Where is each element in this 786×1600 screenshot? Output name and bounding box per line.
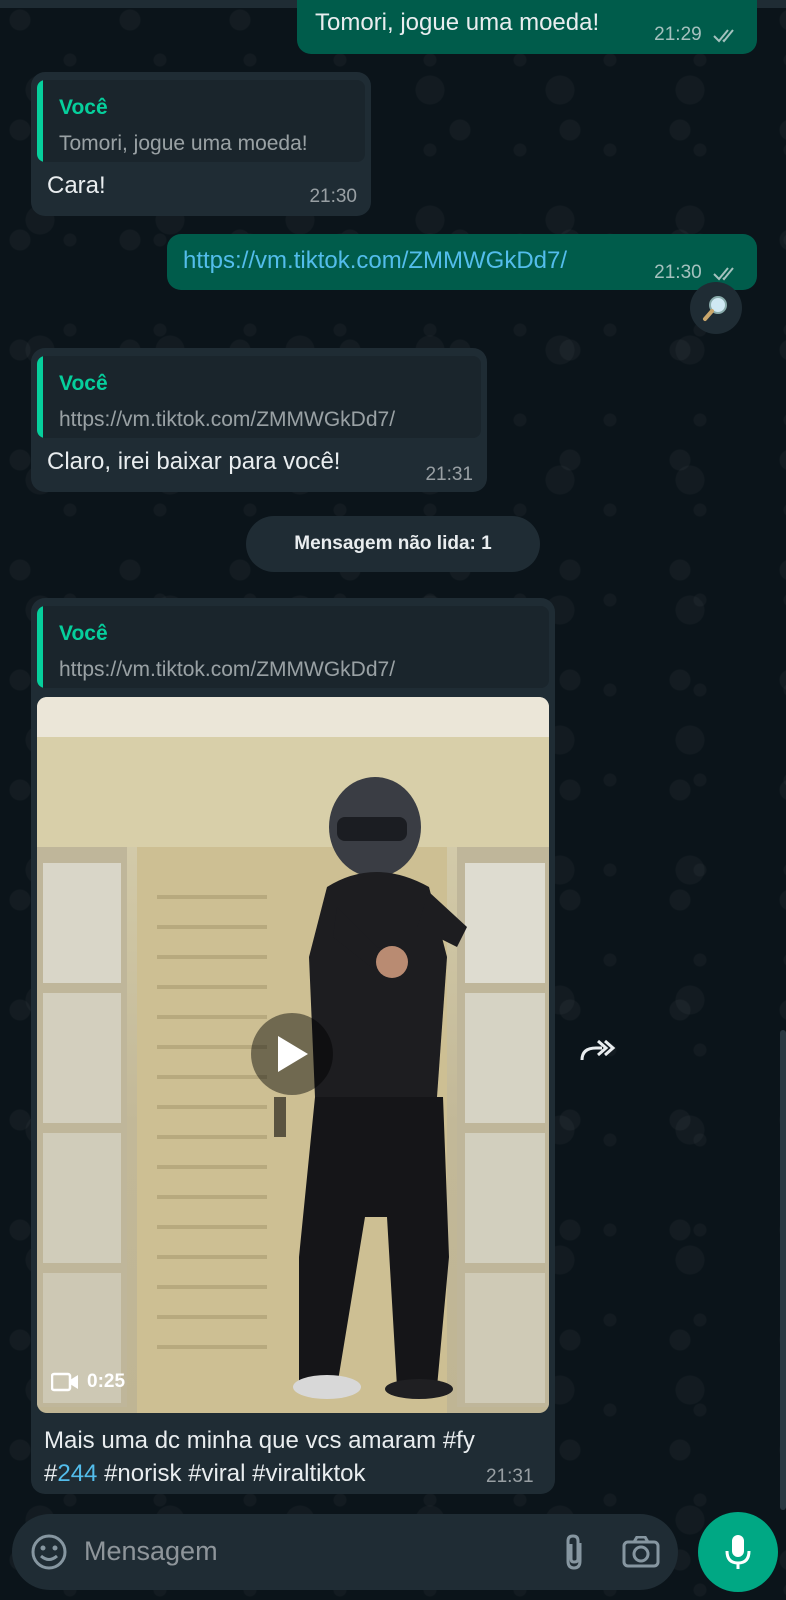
voice-message-button[interactable]	[698, 1512, 778, 1592]
message-outgoing[interactable]: Tomori, jogue uma moeda! 21:29	[297, 0, 757, 54]
forward-button[interactable]	[574, 1028, 620, 1074]
video-caption: Mais uma dc minha que vcs amaram #fy #24…	[44, 1427, 475, 1487]
hashtag-link[interactable]: 244	[57, 1460, 97, 1487]
quote-text: https://vm.tiktok.com/ZMMWGkDd7/	[59, 408, 396, 431]
video-duration: 0:25	[51, 1371, 125, 1393]
message-text: Tomori, jogue uma moeda!	[315, 9, 600, 36]
unread-label: Mensagem não lida: 1	[294, 533, 492, 554]
forward-icon	[580, 1039, 616, 1061]
emoji-icon[interactable]	[30, 1533, 68, 1571]
quote-author: Você	[59, 372, 108, 395]
message-incoming[interactable]: Você https://vm.tiktok.com/ZMMWGkDd7/ Cl…	[31, 348, 487, 492]
message-link[interactable]: https://vm.tiktok.com/ZMMWGkDd7/	[183, 247, 567, 275]
quoted-message[interactable]: Você https://vm.tiktok.com/ZMMWGkDd7/	[37, 606, 549, 688]
magnifier-icon	[703, 296, 727, 321]
unread-messages-divider: Mensagem não lida: 1	[246, 516, 540, 572]
quote-text: https://vm.tiktok.com/ZMMWGkDd7/	[59, 658, 396, 681]
camera-icon[interactable]	[622, 1536, 660, 1568]
play-button[interactable]	[251, 1013, 333, 1095]
double-check-icon	[713, 267, 734, 281]
search-link-button[interactable]	[690, 282, 742, 334]
message-outgoing[interactable]: https://vm.tiktok.com/ZMMWGkDd7/ 21:30	[167, 234, 757, 290]
message-text: Cara!	[47, 172, 106, 199]
quote-author: Você	[59, 622, 108, 645]
message-incoming[interactable]: Você Tomori, jogue uma moeda! Cara! 21:3…	[31, 72, 371, 216]
scrollbar[interactable]	[780, 1030, 786, 1510]
paperclip-icon[interactable]	[560, 1533, 588, 1571]
message-time: 21:31	[425, 464, 473, 485]
double-check-icon	[713, 29, 734, 43]
quote-text: Tomori, jogue uma moeda!	[59, 132, 308, 155]
mic-icon	[725, 1535, 751, 1569]
message-input[interactable]: Mensagem	[84, 1536, 218, 1567]
video-thumbnail[interactable]: 0:25	[37, 697, 549, 1413]
play-icon	[278, 1036, 308, 1072]
quoted-message[interactable]: Você https://vm.tiktok.com/ZMMWGkDd7/	[37, 356, 481, 438]
message-time: 21:30	[654, 262, 739, 284]
message-time: 21:31	[486, 1466, 534, 1487]
message-text: Claro, irei baixar para você!	[47, 448, 341, 475]
message-time: 21:29	[654, 24, 739, 46]
quoted-message[interactable]: Você Tomori, jogue uma moeda!	[37, 80, 365, 162]
message-composer[interactable]: Mensagem	[12, 1514, 678, 1590]
quote-author: Você	[59, 96, 108, 119]
message-time: 21:30	[309, 186, 357, 207]
video-camera-icon	[51, 1372, 78, 1392]
